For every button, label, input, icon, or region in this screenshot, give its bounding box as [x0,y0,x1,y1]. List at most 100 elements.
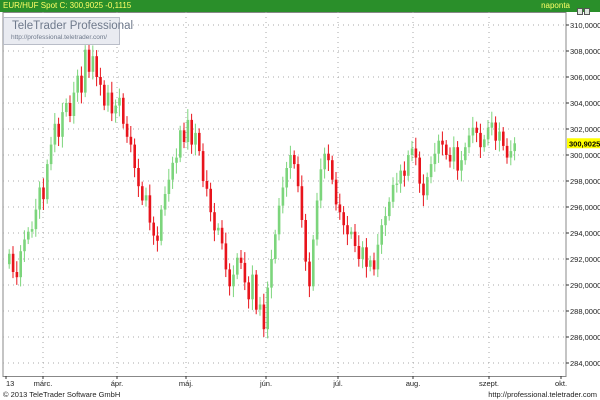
candle-body [422,183,425,196]
candle-body [498,131,501,141]
candle-body [133,144,136,168]
candle-body [91,56,95,72]
candle-body [61,112,64,137]
y-tick-label: 294,0000 [570,229,600,238]
candle-body [209,188,212,213]
candle-body [369,260,372,267]
candle-body [380,225,383,245]
logo-url: http://professional.teletrader.com/ [11,34,108,41]
footer-link[interactable]: http://professional.teletrader.com [488,389,597,400]
candle-body [258,304,262,310]
candle-body [49,144,53,165]
candle-body [201,151,205,181]
candle-body [160,209,163,241]
candle-body [224,243,228,270]
candle-body [274,234,277,259]
y-tick-label: 296,0000 [570,203,600,212]
candle-body [312,239,315,287]
candle-body [99,77,102,85]
candle-body [300,186,304,220]
candle-body [372,260,376,270]
candle-body [467,135,471,148]
candle-body [106,92,110,106]
window-controls[interactable] [576,2,598,15]
y-tick-label: 310,0000 [570,21,600,30]
candle-body [232,274,235,287]
plot-border [2,12,567,377]
candle-body [418,157,421,184]
candle-body [87,49,91,72]
candle-body [509,151,513,158]
x-tick-label: 13 [6,379,14,388]
x-tick-label: okt. [555,379,567,388]
candle-body [27,231,30,240]
candle-body [513,143,516,152]
candle-body [353,231,357,246]
candle-body [270,259,273,288]
candle-body [483,139,486,148]
candle-body [65,103,68,113]
candle-body [103,84,106,106]
y-tick-label: 302,0000 [570,125,600,134]
candle-body [410,148,414,155]
candle-body [445,144,448,155]
candle-body [68,103,72,116]
candle-body [156,235,159,241]
candle-body [464,147,467,161]
candle-body [277,205,281,235]
candle-body [171,162,174,180]
candle-body [376,244,380,270]
copyright-text: © 2013 TeleTrader Software GmbH [3,390,121,399]
candle-body [319,169,323,201]
candle-body [350,231,353,235]
footer: © 2013 TeleTrader Software GmbH http://p… [0,389,600,400]
candle-body [182,130,186,142]
candle-body [114,105,117,114]
candle-body [346,225,349,235]
candle-body [334,179,338,205]
candle-body [460,160,463,171]
candle-body [494,122,497,141]
y-axis: 284,0000 286,0000 288,0000 290,0000 292,0000… [566,21,600,368]
period-label[interactable]: naponta [541,0,570,12]
candle-body [125,123,129,137]
candle-body [8,253,11,265]
candle-body [57,123,60,137]
candle-body [289,155,292,168]
candle-body [437,140,440,154]
instrument-label: EUR/HUF Spot C: 300,9025 -0,1115 [3,1,132,10]
chart-header: EUR/HUF Spot C: 300,9025 -0,1115 naponta [0,0,600,15]
candle-body [323,153,326,170]
candle-body [179,130,182,158]
x-axis: 13 márc. ápr. máj. jún. júl. aug. szept. okt. [5,376,567,388]
candle-body [448,155,452,162]
candle-body [144,195,148,201]
candle-body [34,209,38,230]
candle-body [342,212,345,226]
candle-body [407,155,410,176]
candle-body [213,212,216,231]
candle-body [11,253,15,272]
candle-body [281,187,285,206]
candle-body [72,92,76,116]
x-tick-label: szept. [479,379,499,388]
candle-body [331,160,334,180]
candle-body [266,287,269,330]
candle-body [505,145,509,158]
y-tick-label: 304,0000 [570,99,600,108]
candle-body [395,183,399,185]
candle-body [194,132,197,145]
last-price-label: 300,9025 [569,139,600,148]
candle-body [95,56,98,77]
candlestick-chart[interactable]: 284,0000 286,0000 288,0000 290,0000 292,0000… [0,12,600,389]
candle-body [479,132,482,148]
chart-window: EUR/HUF Spot C: 300,9025 -0,1115 naponta… [0,0,600,400]
candle-body [361,247,364,259]
y-tick-label: 284,0000 [570,359,600,368]
candle-body [129,136,133,145]
y-tick-label: 292,0000 [570,255,600,264]
candle-body [403,170,406,176]
candle-body [190,119,193,145]
candle-body [414,148,418,158]
candle-body [148,195,152,223]
